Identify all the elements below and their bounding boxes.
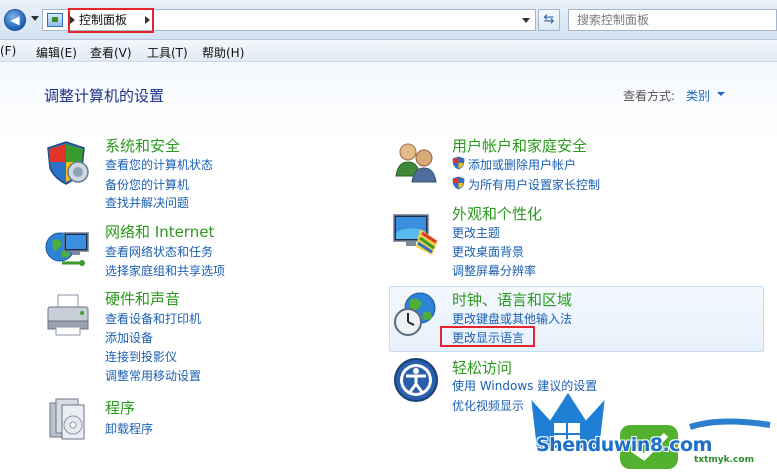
link-devices-printers[interactable]: 查看设备和打印机 <box>105 310 201 327</box>
link-mobility-settings[interactable]: 调整常用移动设置 <box>105 367 201 384</box>
control-panel-small-icon <box>47 13 63 27</box>
menu-view[interactable]: 查看(V) <box>90 44 132 61</box>
refresh-button[interactable]: ⇆ <box>538 9 560 31</box>
link-backup-computer[interactable]: 备份您的计算机 <box>105 176 189 193</box>
link-homegroup-sharing[interactable]: 选择家庭组和共享选项 <box>105 262 225 279</box>
link-connect-projector[interactable]: 连接到投影仪 <box>105 348 177 365</box>
address-dropdown-icon[interactable] <box>522 18 530 23</box>
back-button[interactable]: ◀ <box>4 9 26 31</box>
search-input[interactable]: 搜索控制面板 <box>568 9 777 31</box>
programs-box-icon[interactable] <box>44 395 92 443</box>
red-highlight-box <box>68 8 154 33</box>
uac-shield-icon <box>452 176 465 190</box>
link-add-remove-accounts[interactable]: 添加或删除用户帐户 <box>468 156 576 173</box>
link-view-network-status[interactable]: 查看网络状态和任务 <box>105 243 213 260</box>
link-change-desktop-background[interactable]: 更改桌面背景 <box>452 243 524 260</box>
uac-shield-icon <box>452 156 465 170</box>
users-icon[interactable] <box>392 138 440 186</box>
address-bar: ◀ 控制面板 ⇆ 搜索控制面板 <box>0 0 777 40</box>
link-change-theme[interactable]: 更改主题 <box>452 224 500 241</box>
category-appearance[interactable]: 外观和个性化 <box>452 203 542 224</box>
red-highlight-box <box>440 326 535 347</box>
category-user-accounts[interactable]: 用户帐户和家庭安全 <box>452 135 587 156</box>
link-view-computer-status[interactable]: 查看您的计算机状态 <box>105 156 213 173</box>
menu-file[interactable]: (F) <box>0 44 16 58</box>
watermark-text: Shenduwin8.com <box>536 434 712 456</box>
link-add-device[interactable]: 添加设备 <box>105 329 153 346</box>
category-clock-language-region[interactable]: 时钟、语言和区域 <box>452 289 572 310</box>
category-ease-of-access[interactable]: 轻松访问 <box>452 357 512 378</box>
category-network-internet[interactable]: 网络和 Internet <box>105 221 214 242</box>
printer-icon[interactable] <box>44 291 92 339</box>
link-uninstall-program[interactable]: 卸载程序 <box>105 420 153 437</box>
chevron-down-icon[interactable] <box>717 92 725 96</box>
watermark-subtext: txtmyk.com <box>694 455 754 465</box>
page-title: 调整计算机的设置 <box>44 87 165 105</box>
ease-of-access-icon[interactable] <box>392 356 440 404</box>
link-parental-controls[interactable]: 为所有用户设置家长控制 <box>468 176 600 193</box>
link-troubleshoot[interactable]: 查找并解决问题 <box>105 194 189 211</box>
menu-help[interactable]: 帮助(H) <box>202 44 244 61</box>
clock-globe-icon[interactable] <box>392 290 440 338</box>
menu-edit[interactable]: 编辑(E) <box>36 44 77 61</box>
category-hardware-sound[interactable]: 硬件和声音 <box>105 288 180 309</box>
menu-bar: (F) 编辑(E) 查看(V) 工具(T) 帮助(H) <box>0 40 777 62</box>
network-globe-icon[interactable] <box>44 223 92 271</box>
link-adjust-resolution[interactable]: 调整屏幕分辨率 <box>452 262 536 279</box>
appearance-monitor-icon[interactable] <box>392 211 440 259</box>
category-programs[interactable]: 程序 <box>105 397 135 418</box>
link-change-input-method[interactable]: 更改键盘或其他输入法 <box>452 310 572 327</box>
link-optimize-video-display[interactable]: 优化视频显示 <box>452 397 524 414</box>
view-by-dropdown[interactable]: 类别 <box>686 87 710 104</box>
shield-icon[interactable] <box>44 138 92 186</box>
recent-pages-dropdown[interactable] <box>31 16 39 21</box>
category-system-security[interactable]: 系统和安全 <box>105 135 180 156</box>
view-by-label: 查看方式: <box>623 89 676 103</box>
menu-tools[interactable]: 工具(T) <box>147 44 188 61</box>
